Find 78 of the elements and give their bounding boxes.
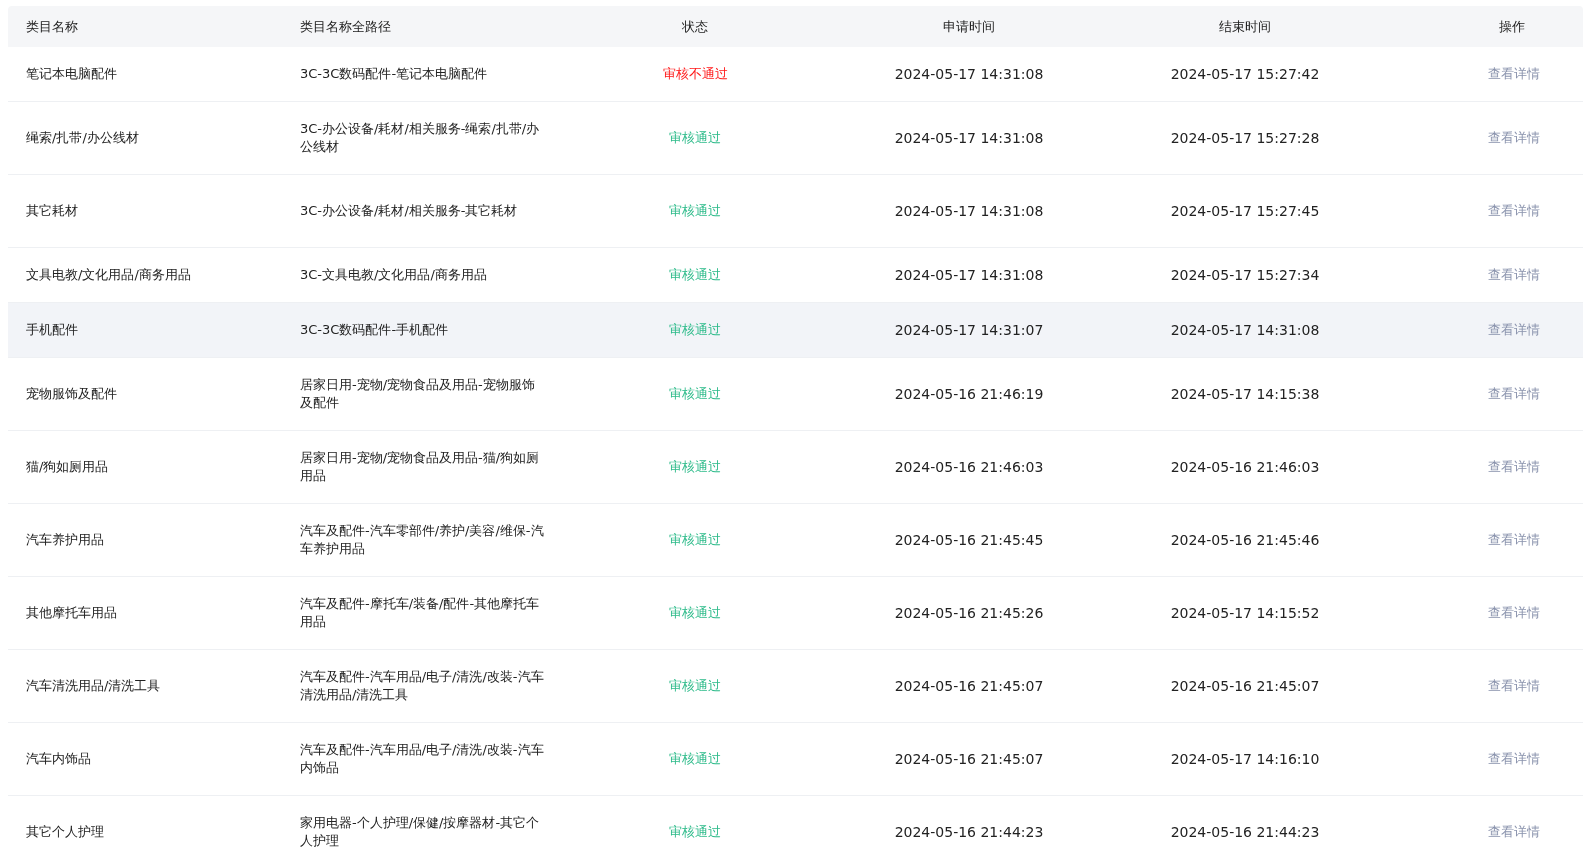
column-header: 结束时间 — [1219, 17, 1271, 36]
view-details-link[interactable]: 查看详情 — [1488, 530, 1540, 550]
status-text: 审核不通过 — [662, 65, 728, 84]
table-cell-text: 手机配件 — [25, 321, 79, 340]
table-cell-text: 3C-3C数码配件-手机配件 — [300, 321, 450, 339]
column-header: 状态 — [682, 17, 708, 36]
table-cell-text: 2024-05-17 14:31:08 — [894, 128, 1044, 148]
table-cell-text: 2024-05-17 15:27:34 — [1170, 265, 1320, 285]
table-cell-text: 2024-05-17 14:15:38 — [1170, 384, 1320, 404]
table-cell-text: 居家日用-宠物/宠物食品及用品-猫/狗如厕用品 — [300, 449, 541, 485]
table-cell-text: 汽车养护用品 — [25, 531, 105, 550]
view-details-link[interactable]: 查看详情 — [1488, 265, 1540, 285]
table-cell-text: 2024-05-16 21:44:23 — [1170, 822, 1320, 842]
view-details-link[interactable]: 查看详情 — [1488, 676, 1540, 696]
table-cell-text: 3C-文具电教/文化用品/商务用品 — [300, 266, 488, 284]
table-cell-text: 文具电教/文化用品/商务用品 — [25, 266, 192, 285]
view-details-link[interactable]: 查看详情 — [1488, 201, 1540, 221]
table-cell-text: 笔记本电脑配件 — [25, 65, 118, 84]
view-details-link[interactable]: 查看详情 — [1488, 603, 1540, 623]
table-cell-text: 2024-05-16 21:45:45 — [894, 530, 1044, 550]
status-text: 审核通过 — [669, 202, 721, 221]
table-cell-text: 2024-05-17 14:31:08 — [894, 265, 1044, 285]
table-cell-text: 3C-3C数码配件-笔记本电脑配件 — [300, 65, 489, 83]
status-text: 审核通过 — [669, 750, 721, 769]
table-cell-text: 其他摩托车用品 — [25, 604, 118, 623]
view-details-link[interactable]: 查看详情 — [1488, 128, 1540, 148]
view-details-link[interactable]: 查看详情 — [1488, 749, 1540, 769]
table-cell-text: 2024-05-17 14:16:10 — [1170, 749, 1320, 769]
table-cell: 汽车及配件-汽车用品/电子/清洗/改装-汽车内饰品 — [300, 741, 545, 777]
view-details-link[interactable]: 查看详情 — [1488, 457, 1540, 477]
table-cell-text: 2024-05-17 15:27:42 — [1170, 64, 1320, 84]
table-cell: 汽车及配件-汽车零部件/养护/美容/维保-汽车养护用品 — [300, 522, 545, 558]
table-cell-text: 2024-05-17 14:15:52 — [1170, 603, 1320, 623]
table-cell-text: 猫/狗如厕用品 — [25, 458, 110, 477]
table-cell-text: 2024-05-17 15:27:28 — [1170, 128, 1320, 148]
table-cell-text: 其它耗材 — [25, 202, 79, 221]
table-cell: 汽车及配件-汽车用品/电子/清洗/改装-汽车清洗用品/清洗工具 — [300, 668, 545, 704]
table-cell-text: 居家日用-宠物/宠物食品及用品-宠物服饰及配件 — [300, 376, 536, 412]
table-cell-text: 宠物服饰及配件 — [25, 385, 118, 404]
view-details-link[interactable]: 查看详情 — [1488, 822, 1540, 842]
status-text: 审核通过 — [669, 531, 721, 550]
view-details-link[interactable]: 查看详情 — [1488, 384, 1540, 404]
status-text: 审核通过 — [669, 385, 721, 404]
table-cell-text: 2024-05-17 14:31:08 — [1170, 320, 1320, 340]
table-cell-text: 2024-05-17 15:27:45 — [1170, 201, 1320, 221]
status-text: 审核通过 — [669, 129, 721, 148]
column-header: 类目名称全路径 — [300, 17, 392, 36]
table-cell-text: 2024-05-16 21:46:03 — [1170, 457, 1320, 477]
table-cell-text: 汽车内饰品 — [25, 750, 92, 769]
table-cell-text: 2024-05-17 14:31:08 — [894, 64, 1044, 84]
table-cell-text: 2024-05-16 21:45:07 — [894, 676, 1044, 696]
table-cell-text: 2024-05-17 14:31:07 — [894, 320, 1044, 340]
view-details-link[interactable]: 查看详情 — [1488, 320, 1540, 340]
column-header: 申请时间 — [943, 17, 995, 36]
status-text: 审核通过 — [669, 604, 721, 623]
status-text: 审核通过 — [669, 677, 721, 696]
table-cell-text: 3C-办公设备/耗材/相关服务-其它耗材 — [300, 202, 519, 220]
table-cell-text: 2024-05-16 21:46:03 — [894, 457, 1044, 477]
status-text: 审核通过 — [669, 458, 721, 477]
table-cell-text: 2024-05-16 21:44:23 — [894, 822, 1044, 842]
status-text: 审核通过 — [669, 266, 721, 285]
table-cell-text: 3C-办公设备/耗材/相关服务-绳索/扎带/办公线材 — [300, 120, 541, 156]
table-cell-text: 绳索/扎带/办公线材 — [25, 129, 140, 148]
table-cell-text: 2024-05-16 21:46:19 — [894, 384, 1044, 404]
table-cell-text: 2024-05-16 21:45:07 — [894, 749, 1044, 769]
status-text: 审核通过 — [669, 321, 721, 340]
table-cell-text: 2024-05-16 21:45:46 — [1170, 530, 1320, 550]
table-cell-text: 2024-05-16 21:45:07 — [1170, 676, 1320, 696]
table-cell-text: 其它个人护理 — [25, 823, 105, 842]
column-header: 类目名称 — [25, 17, 79, 36]
table-cell-text: 家用电器-个人护理/保健/按摩器材-其它个人护理 — [300, 814, 541, 850]
table-cell-text: 2024-05-17 14:31:08 — [894, 201, 1044, 221]
view-details-link[interactable]: 查看详情 — [1488, 64, 1540, 84]
table-cell-text: 2024-05-16 21:45:26 — [894, 603, 1044, 623]
table-cell-text: 汽车及配件-摩托车/装备/配件-其他摩托车用品 — [300, 595, 541, 631]
column-header: 操作 — [1499, 17, 1525, 36]
status-text: 审核通过 — [669, 823, 721, 842]
table-cell-text: 汽车清洗用品/清洗工具 — [25, 677, 162, 696]
